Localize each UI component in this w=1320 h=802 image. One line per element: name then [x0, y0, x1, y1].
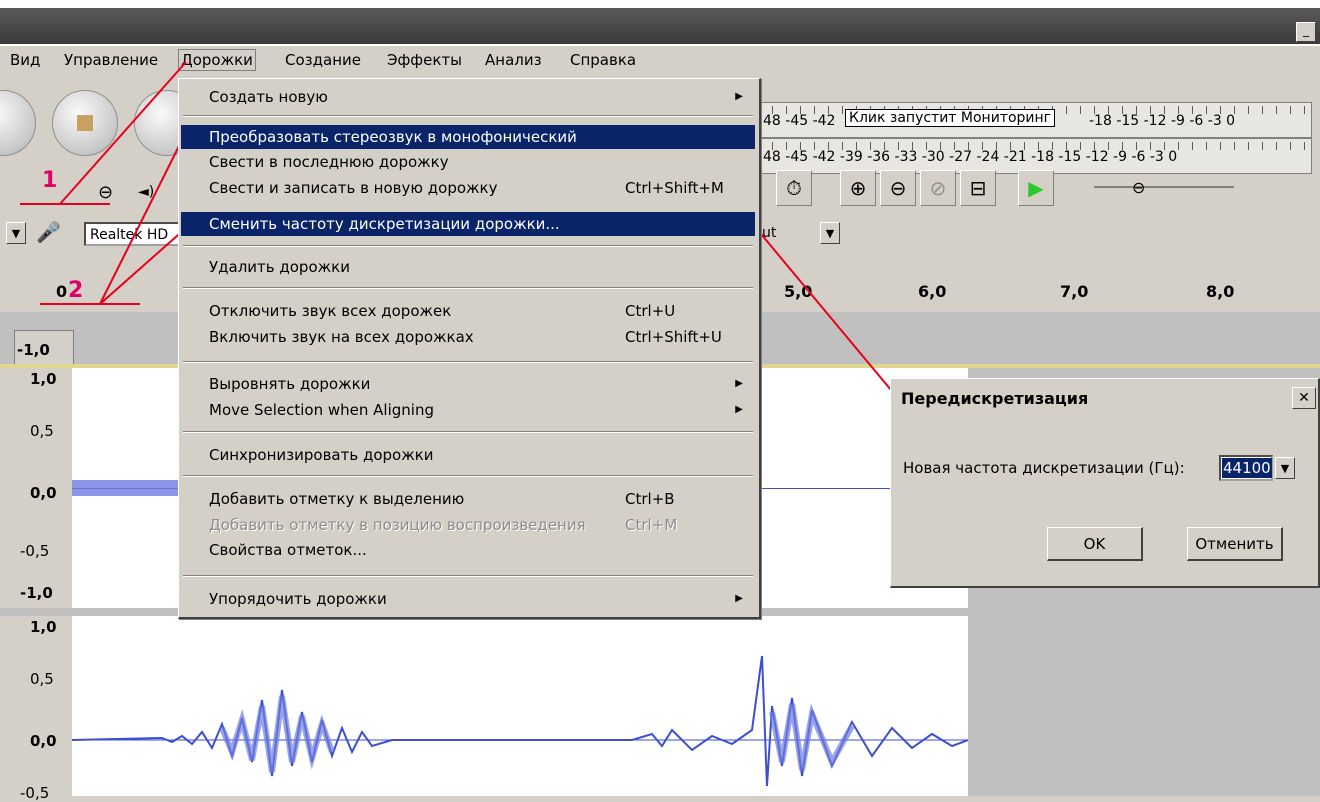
cancel-button[interactable]: Отменить	[1187, 527, 1283, 561]
menu-mix-last[interactable]: Свести в последнюю дорожку	[181, 150, 755, 174]
menu-shortcut: Ctrl+B	[625, 490, 675, 508]
menu-label: Добавить отметку в позицию воспроизведен…	[209, 516, 586, 534]
submenu-arrow-icon: ▶	[735, 91, 743, 102]
menu-label: Упорядочить дорожки	[209, 590, 387, 608]
sample-rate-dropdown-arrow[interactable]: ▼	[1275, 457, 1295, 479]
submenu-arrow-icon: ▶	[735, 404, 743, 415]
menu-label: Свойства отметок...	[209, 541, 367, 559]
menu-mute-all[interactable]: Отключить звук всех дорожек Ctrl+U	[181, 299, 755, 323]
menu-create-new[interactable]: Создать новую ▶	[181, 85, 755, 109]
menu-label: Отключить звук всех дорожек	[209, 302, 452, 320]
menu-sort-tracks[interactable]: Упорядочить дорожки ▶	[181, 587, 755, 611]
menu-label: Move Selection when Aligning	[209, 401, 434, 419]
menu-stereo-to-mono[interactable]: Преобразовать стереозвук в монофонически…	[181, 125, 755, 149]
menu-label: Свести и записать в новую дорожку	[209, 179, 498, 197]
menu-shortcut: Ctrl+U	[625, 302, 676, 320]
menu-add-label-playback: Добавить отметку в позицию воспроизведен…	[181, 513, 755, 537]
menu-shortcut: Ctrl+Shift+U	[625, 328, 722, 346]
menu-shortcut: Ctrl+M	[625, 516, 678, 534]
tracks-menu: Создать новую ▶ Преобразовать стереозвук…	[178, 78, 761, 619]
menu-label: Удалить дорожки	[209, 258, 350, 276]
submenu-arrow-icon: ▶	[735, 593, 743, 604]
menu-label: Включить звук на всех дорожках	[209, 328, 474, 346]
resample-dialog: Передискретизация ✕ Новая частота дискре…	[890, 378, 1320, 588]
menu-move-selection[interactable]: Move Selection when Aligning ▶	[181, 398, 755, 422]
submenu-arrow-icon: ▶	[735, 378, 743, 389]
menu-sync-tracks[interactable]: Синхронизировать дорожки	[181, 443, 755, 467]
close-icon[interactable]: ✕	[1292, 387, 1316, 409]
menu-remove-tracks[interactable]: Удалить дорожки	[181, 255, 755, 279]
menu-label-properties[interactable]: Свойства отметок...	[181, 538, 755, 562]
menu-add-label-selection[interactable]: Добавить отметку к выделению Ctrl+B	[181, 487, 755, 511]
menu-resample[interactable]: Сменить частоту дискретизации дорожки...	[181, 212, 755, 236]
menu-label: Выровнять дорожки	[209, 375, 371, 393]
menu-mix-new[interactable]: Свести и записать в новую дорожку Ctrl+S…	[181, 176, 755, 200]
menu-label: Сменить частоту дискретизации дорожки...	[209, 215, 560, 233]
dialog-title: Передискретизация	[901, 389, 1089, 408]
sample-rate-value: 44100	[1222, 458, 1272, 478]
sample-rate-label: Новая частота дискретизации (Гц):	[903, 459, 1185, 477]
menu-label: Свести в последнюю дорожку	[209, 153, 449, 171]
menu-label: Добавить отметку к выделению	[209, 490, 465, 508]
ok-button[interactable]: OK	[1047, 527, 1143, 561]
menu-shortcut: Ctrl+Shift+M	[625, 179, 724, 197]
menu-label: Синхронизировать дорожки	[209, 446, 434, 464]
menu-unmute-all[interactable]: Включить звук на всех дорожках Ctrl+Shif…	[181, 325, 755, 349]
menu-align-tracks[interactable]: Выровнять дорожки ▶	[181, 372, 755, 396]
menu-label: Создать новую	[209, 88, 328, 106]
sample-rate-combo[interactable]: 44100	[1219, 455, 1273, 481]
menu-label: Преобразовать стереозвук в монофонически…	[209, 128, 577, 146]
